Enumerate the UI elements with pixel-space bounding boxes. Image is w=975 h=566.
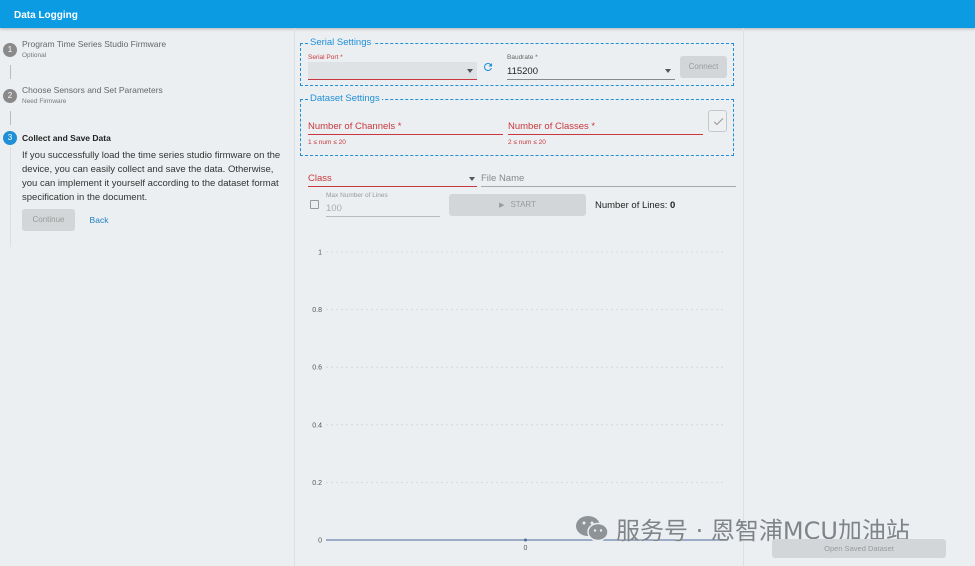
step-connector [10,111,11,125]
step-3-number: 3 [3,131,17,145]
file-name-underline [481,186,736,187]
x-tick-mark [524,538,527,542]
step-1-title[interactable]: Program Time Series Studio Firmware [22,39,166,49]
refresh-icon[interactable] [482,61,494,73]
right-panel [745,28,975,566]
classes-underline [508,134,703,135]
step-2-subtitle: Need Firmware [22,98,67,105]
open-saved-dataset-button[interactable]: Open Saved Dataset [772,539,946,558]
lines-count: Number of Lines: 0 [595,200,675,211]
step-2-title[interactable]: Choose Sensors and Set Parameters [22,85,163,95]
max-lines-label: Max Number of Lines [326,192,388,199]
app-bar: Data Logging [0,0,975,28]
baudrate-label: Baudrate * [507,54,538,61]
serial-port-select[interactable] [308,62,477,80]
step-1-subtitle: Optional [22,52,47,59]
step-3-description: If you successfully load the time series… [22,150,281,203]
stepper: 1 Program Time Series Studio Firmware Op… [0,28,292,566]
max-lines-underline [326,216,440,217]
max-lines-input[interactable]: 100 [326,203,342,214]
back-button[interactable]: Back [86,209,112,231]
step-1-number: 1 [3,43,17,57]
serial-port-label: Serial Port * [308,54,343,61]
y-tick-label: 0.4 [312,422,322,429]
y-tick-label: 0.2 [312,480,322,487]
channels-underline [308,134,503,135]
wechat-icon [576,516,609,542]
lines-count-label: Number of Lines: [595,200,668,211]
classes-helper: 2 ≤ num ≤ 20 [508,139,546,146]
file-name-input[interactable]: File Name [481,173,524,184]
classes-input[interactable]: Number of Classes * [508,121,595,132]
baudrate-value: 115200 [507,66,538,77]
step-connector [10,147,11,247]
dataset-settings-legend: Dataset Settings [308,93,382,105]
check-icon [713,118,724,126]
max-lines-checkbox[interactable] [310,200,319,209]
step-connector [10,65,11,79]
class-select[interactable]: Class [308,173,332,184]
y-tick-label: 0.6 [312,365,322,372]
channels-helper: 1 ≤ num ≤ 20 [308,139,346,146]
confirm-button[interactable] [708,110,727,132]
app-title: Data Logging [14,10,78,21]
y-tick-label: 1 [318,250,322,257]
baudrate-select[interactable]: 115200 [507,62,675,80]
step-3-title[interactable]: Collect and Save Data [22,133,111,143]
start-button[interactable]: ▶ START [449,194,586,216]
connect-button[interactable]: Connect [680,56,727,78]
y-tick-label: 0.8 [312,307,322,314]
play-icon: ▶ [499,202,505,209]
x-tick-label: 0 [524,545,528,552]
step-2-number: 2 [3,89,17,103]
lines-count-value: 0 [669,200,676,211]
continue-button[interactable]: Continue [22,209,75,231]
chevron-down-icon [467,69,473,73]
start-label: START [510,200,536,209]
chevron-down-icon [469,177,475,181]
chevron-down-icon [665,69,671,73]
channels-input[interactable]: Number of Channels * [308,121,401,132]
class-underline [308,186,477,187]
serial-settings-legend: Serial Settings [308,37,374,49]
y-tick-label: 0 [318,538,322,545]
